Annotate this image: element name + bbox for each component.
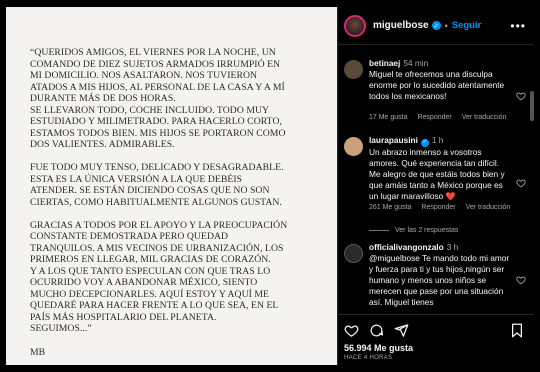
author-username[interactable]: miguelbose — [373, 20, 429, 31]
letter-text: “QUERIDOS AMIGOS, EL VIERNES POR LA NOCH… — [30, 47, 322, 365]
follow-button[interactable]: Seguir — [452, 20, 482, 31]
comment-meta: 261 Me gusta Responder Ver traducción — [369, 204, 518, 211]
comment-likes[interactable]: 17 Me gusta — [369, 114, 408, 121]
view-replies-label: Ver las 2 respuestas — [395, 227, 459, 234]
author-avatar[interactable] — [344, 14, 366, 37]
comment-likes[interactable]: 261 Me gusta — [369, 204, 411, 211]
comment-text: Un abrazo inmenso a vosotros amores. Qué… — [369, 146, 505, 201]
post-image: “QUERIDOS AMIGOS, EL VIERNES POR LA NOCH… — [6, 7, 337, 365]
letter-signature: MB — [30, 346, 46, 358]
letter-paragraph-1: “QUERIDOS AMIGOS, EL VIERNES POR LA NOCH… — [30, 47, 286, 150]
comment-heart-icon[interactable] — [516, 175, 526, 188]
header-separator: • — [444, 20, 448, 31]
letter-paragraph-2: FUE TODO MUY TENSO, DELICADO Y DESAGRADA… — [30, 162, 284, 208]
commenter-username[interactable]: laurapausini — [369, 135, 418, 145]
comment-text: @miguelbose Te mando todo mi amor y fuer… — [369, 253, 510, 307]
comment-content: laurapausini ✓ 1 h Un abrazo inmenso a vos… — [369, 135, 511, 202]
comments-list[interactable]: betinaej 54 min Miguel te ofrecemos una d… — [338, 46, 534, 314]
likes-count[interactable]: 56.994 Me gusta — [344, 343, 413, 353]
post-header: miguelbose ✓ • Seguir ••• — [338, 7, 534, 45]
reply-button[interactable]: Responder — [417, 114, 451, 121]
bookmark-icon[interactable] — [510, 323, 524, 343]
comment-text: Miguel te ofrecemos una disculpa enorme … — [369, 69, 505, 101]
comment-time: 3 h — [446, 242, 459, 252]
heart-icon[interactable] — [344, 323, 359, 343]
commenter-username[interactable]: officialivangonzalo — [369, 242, 444, 252]
post-side-panel: miguelbose ✓ • Seguir ••• betinaej 54 min… — [337, 7, 534, 365]
red-heart-emoji: ❤️ — [445, 191, 456, 201]
action-icons — [344, 323, 409, 343]
verified-badge-icon: ✓ — [431, 21, 441, 30]
comment-heart-icon[interactable] — [516, 88, 526, 101]
comment-meta: 17 Me gusta Responder Ver traducción — [369, 114, 514, 121]
comment-content: betinaej 54 min Miguel te ofrecemos una d… — [369, 58, 511, 102]
comment-heart-icon[interactable] — [516, 272, 526, 285]
reply-button[interactable]: Responder — [421, 204, 455, 211]
commenter-username[interactable]: betinaej — [369, 58, 400, 68]
comment-icon[interactable] — [369, 323, 384, 343]
more-options-icon[interactable]: ••• — [510, 19, 526, 33]
share-icon[interactable] — [394, 323, 409, 343]
view-replies-button[interactable]: Ver las 2 respuestas — [369, 227, 458, 234]
commenter-avatar[interactable] — [344, 60, 363, 79]
commenter-avatar[interactable] — [344, 137, 363, 156]
post-time-ago: HACE 4 HORAS — [344, 355, 393, 361]
instagram-post-window: “QUERIDOS AMIGOS, EL VIERNES POR LA NOCH… — [0, 0, 540, 372]
comments-scrollbar[interactable] — [530, 91, 534, 121]
verified-badge-icon: ✓ — [420, 138, 429, 147]
commenter-avatar[interactable] — [344, 244, 363, 263]
translate-button[interactable]: Ver traducción — [462, 114, 507, 121]
replies-line — [369, 230, 389, 231]
comment-time: 54 min — [403, 58, 429, 68]
post-actions: 56.994 Me gusta HACE 4 HORAS — [338, 314, 534, 365]
comment-time: 1 h — [431, 135, 444, 145]
letter-paragraph-3: GRACIAS A TODOS POR EL APOYO Y LA PREOCU… — [30, 219, 288, 335]
translate-button[interactable]: Ver traducción — [466, 204, 511, 211]
comment-content: officialivangonzalo 3 h @miguelbose Te ma… — [369, 242, 511, 308]
